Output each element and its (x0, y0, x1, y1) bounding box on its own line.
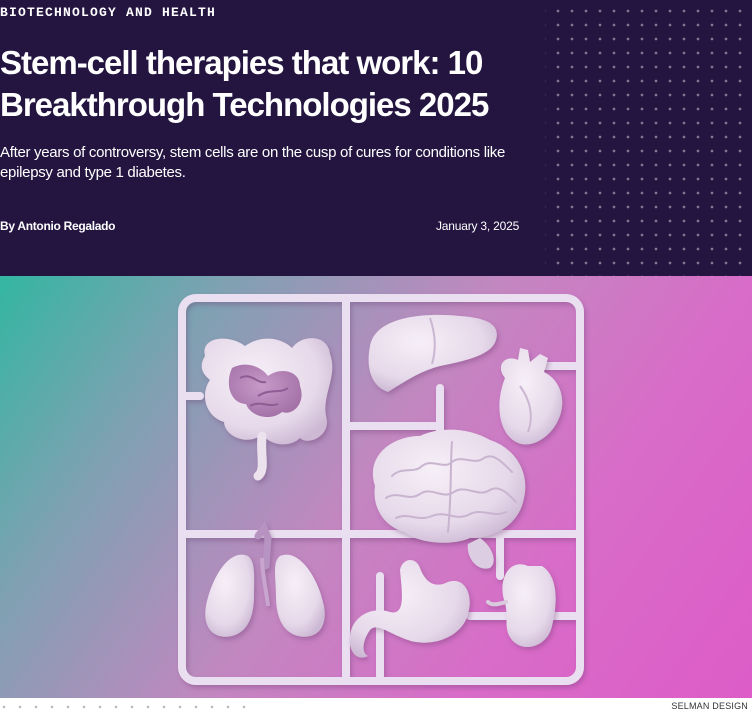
lungs-part (205, 520, 325, 637)
liver-part (368, 314, 497, 392)
hero-image (0, 276, 752, 698)
publish-date: January 3, 2025 (436, 219, 520, 233)
article-dek: After years of controversy, stem cells a… (0, 144, 506, 181)
article-headline: Stem-cell therapies that work: 10 Breakt… (0, 44, 489, 123)
image-credit-bar: SELMAN DESIGN (0, 698, 752, 718)
article-header: BIOTECHNOLOGY AND HEALTH Stem-cell thera… (0, 0, 752, 276)
organ-model-kit-illustration (178, 294, 584, 685)
author-link[interactable]: Antonio Regalado (17, 219, 115, 233)
stomach-part (349, 559, 470, 658)
intestines-part (201, 338, 333, 481)
byline-prefix: By (0, 219, 18, 233)
byline: By Antonio Regalado (0, 219, 116, 233)
dot-row-decoration (0, 704, 250, 710)
image-credit: SELMAN DESIGN (671, 701, 748, 711)
category-kicker[interactable]: BIOTECHNOLOGY AND HEALTH (0, 5, 216, 20)
